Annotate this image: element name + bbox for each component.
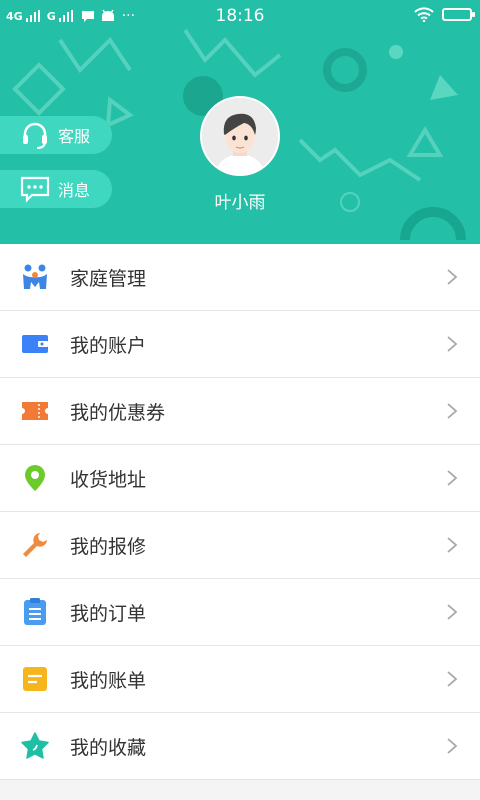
headset-icon bbox=[23, 122, 47, 149]
menu-item-family-management[interactable]: 家庭管理 bbox=[0, 244, 480, 311]
chevron-right-icon bbox=[447, 537, 458, 553]
menu-item-label: 我的账户 bbox=[70, 334, 147, 357]
menu-item-label: 我的报修 bbox=[70, 535, 147, 558]
family-icon bbox=[20, 262, 50, 292]
username: 叶小雨 bbox=[214, 193, 266, 213]
location-pin-icon bbox=[20, 463, 50, 493]
battery-icon bbox=[442, 8, 475, 21]
coupon-icon bbox=[20, 396, 50, 426]
star-icon bbox=[20, 731, 50, 761]
wifi-icon bbox=[414, 7, 434, 22]
bill-icon bbox=[20, 664, 50, 694]
avatar[interactable] bbox=[200, 96, 280, 176]
menu-item-shipping-address[interactable]: 收货地址 bbox=[0, 445, 480, 512]
clock: 18:16 bbox=[215, 6, 265, 26]
menu-item-my-orders[interactable]: 我的订单 bbox=[0, 579, 480, 646]
menu-item-my-favorites[interactable]: 我的收藏 bbox=[0, 713, 480, 780]
menu-item-label: 我的收藏 bbox=[70, 736, 147, 759]
chevron-right-icon bbox=[447, 470, 458, 486]
menu-item-my-bills[interactable]: 我的账单 bbox=[0, 646, 480, 713]
chevron-right-icon bbox=[447, 671, 458, 687]
menu-item-label: 我的账单 bbox=[70, 669, 147, 692]
status-bar: 4G G ··· 18:16 bbox=[0, 0, 480, 32]
wallet-icon bbox=[20, 329, 50, 359]
customer-service-button[interactable]: 客服 bbox=[0, 116, 112, 154]
wrench-icon bbox=[20, 530, 50, 560]
chevron-right-icon bbox=[447, 336, 458, 352]
chevron-right-icon bbox=[447, 403, 458, 419]
chevron-right-icon bbox=[447, 604, 458, 620]
avatar-face-icon bbox=[202, 98, 278, 174]
menu-item-label: 收货地址 bbox=[70, 468, 147, 491]
menu-item-label: 家庭管理 bbox=[70, 267, 147, 290]
chevron-right-icon bbox=[447, 738, 458, 754]
clipboard-icon bbox=[20, 597, 50, 627]
menu-item-my-coupons[interactable]: 我的优惠券 bbox=[0, 378, 480, 445]
customer-service-label: 客服 bbox=[58, 127, 91, 146]
menu-item-my-account[interactable]: 我的账户 bbox=[0, 311, 480, 378]
menu-item-my-repairs[interactable]: 我的报修 bbox=[0, 512, 480, 579]
chevron-right-icon bbox=[447, 269, 458, 285]
menu-item-label: 我的优惠券 bbox=[70, 401, 166, 424]
menu-item-label: 我的订单 bbox=[70, 602, 147, 625]
profile-header: 4G G ··· 18:16 客服 消息 叶小雨 bbox=[0, 0, 480, 244]
menu-list: 家庭管理 我的账户 我的优惠券 收货地址 我的报修 我的订单 我的账单 我的收藏 bbox=[0, 244, 480, 780]
